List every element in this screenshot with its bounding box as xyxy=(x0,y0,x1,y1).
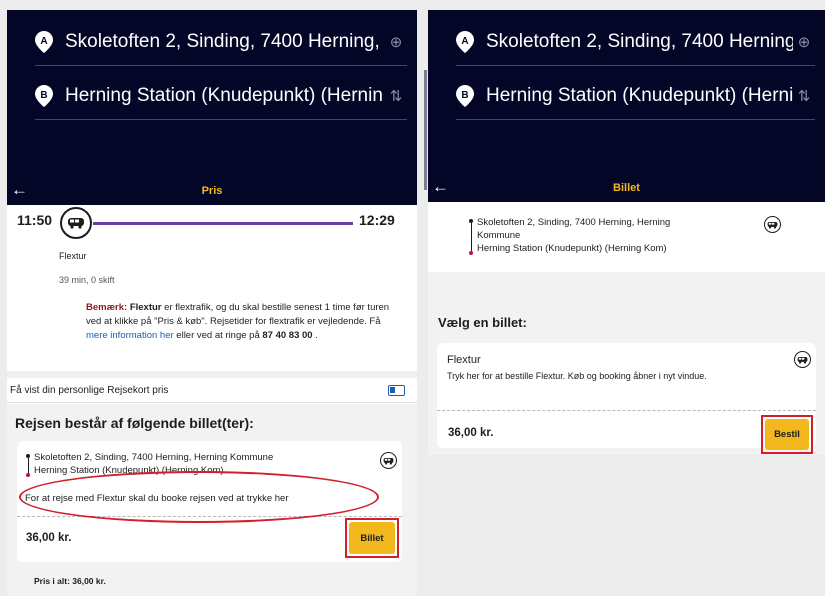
from-text: Skoletoften 2, Sinding, 7400 Herning, xyxy=(486,30,793,52)
ticket-card: Skoletoften 2, Sinding, 7400 Herning, He… xyxy=(17,441,402,562)
stop-from: Skoletoften 2, Sinding, 7400 Herning, He… xyxy=(34,452,274,463)
to-text: Herning Station (Knudepunkt) (Hernin xyxy=(486,84,793,106)
to-field[interactable]: B Herning Station (Knudepunkt) (Hernin ⇅ xyxy=(456,72,815,120)
pin-a-icon: A xyxy=(35,30,53,53)
divider xyxy=(7,371,417,378)
more-info-link[interactable]: mere information her xyxy=(86,330,174,341)
rejsekort-label: Få vist din personlige Rejsekort pris xyxy=(10,384,169,396)
page-title: Pris xyxy=(201,185,223,197)
route-line xyxy=(93,222,353,225)
flextur-ticket-card[interactable]: Flextur Tryk her for at bestille Flextur… xyxy=(437,343,816,454)
stops-connector xyxy=(26,454,30,480)
locate-icon[interactable]: ⊕ xyxy=(793,33,815,51)
back-arrow-icon[interactable]: ← xyxy=(432,177,449,197)
title-bar: ← Pris xyxy=(7,177,417,205)
stop-from-line1: Skoletoften 2, Sinding, 7400 Herning, He… xyxy=(477,217,671,228)
booking-note[interactable]: For at rejse med Flextur skal du booke r… xyxy=(25,493,288,504)
to-text: Herning Station (Knudepunkt) (Hernin xyxy=(65,84,383,106)
from-text: Skoletoften 2, Sinding, 7400 Herning, xyxy=(65,30,380,52)
billet-button-highlight: Billet xyxy=(345,518,399,558)
flextur-note: Bemærk: Flextur er flextrafik, og du ska… xyxy=(86,302,390,341)
pin-b-icon: B xyxy=(456,84,474,107)
bus-icon xyxy=(380,452,397,469)
trip-duration: 39 min, 0 skift xyxy=(59,275,115,285)
scrollbar[interactable] xyxy=(424,70,427,190)
tickets-heading: Rejsen består af følgende billet(ter): xyxy=(15,415,254,431)
stop-to: Herning Station (Knudepunkt) (Herning Ko… xyxy=(477,243,667,254)
card-divider xyxy=(437,410,816,411)
search-header: A Skoletoften 2, Sinding, 7400 Herning, … xyxy=(428,10,825,202)
stops-connector xyxy=(469,219,473,257)
svg-text:B: B xyxy=(40,90,47,101)
note-label: Bemærk: xyxy=(86,302,128,313)
swap-icon[interactable]: ⇅ xyxy=(385,87,407,105)
ticket-description: Tryk her for at bestille Flextur. Køb og… xyxy=(447,371,707,381)
from-field[interactable]: A Skoletoften 2, Sinding, 7400 Herning, … xyxy=(35,18,407,66)
ticket-name: Flextur xyxy=(447,354,481,366)
rejsekort-toggle[interactable] xyxy=(388,385,405,396)
right-panel: A Skoletoften 2, Sinding, 7400 Herning, … xyxy=(428,10,825,455)
to-field[interactable]: B Herning Station (Knudepunkt) (Hernin ⇅ xyxy=(35,72,407,120)
svg-text:A: A xyxy=(461,36,468,47)
phone-number: 87 40 83 00 xyxy=(262,330,313,341)
locate-icon[interactable]: ⊕ xyxy=(385,33,407,51)
end-time: 12:29 xyxy=(359,212,395,228)
stops-list: Skoletoften 2, Sinding, 7400 Herning, He… xyxy=(469,216,670,255)
bus-icon xyxy=(60,207,92,239)
from-field[interactable]: A Skoletoften 2, Sinding, 7400 Herning, … xyxy=(456,18,815,66)
trip-summary: 11:50 12:29 xyxy=(17,207,397,248)
swap-icon[interactable]: ⇅ xyxy=(793,87,815,105)
stop-from-line2: Kommune xyxy=(477,230,521,241)
card-divider xyxy=(17,516,402,517)
ticket-price: 36,00 kr. xyxy=(448,427,494,439)
bus-icon xyxy=(794,351,811,368)
start-time: 11:50 xyxy=(17,212,53,228)
pin-a-icon: A xyxy=(456,30,474,53)
rejsekort-row: Få vist din personlige Rejsekort pris xyxy=(7,378,417,403)
ticket-price: 36,00 kr. xyxy=(26,532,72,544)
title-bar: ← Billet xyxy=(428,174,825,202)
total-price: Pris i alt: 36,00 kr. xyxy=(34,576,106,586)
stop-to: Herning Station (Knudepunkt) (Herning Ko… xyxy=(34,465,224,476)
svg-text:B: B xyxy=(461,90,468,101)
choose-ticket-heading: Vælg en billet: xyxy=(438,315,527,330)
bus-icon xyxy=(764,216,781,233)
back-arrow-icon[interactable]: ← xyxy=(11,180,28,200)
svg-text:A: A xyxy=(40,36,47,47)
bestil-button[interactable]: Bestil xyxy=(765,419,809,450)
page-title: Billet xyxy=(613,182,640,194)
search-header: A Skoletoften 2, Sinding, 7400 Herning, … xyxy=(7,10,417,205)
divider xyxy=(428,272,825,292)
billet-button[interactable]: Billet xyxy=(349,522,395,554)
left-panel: A Skoletoften 2, Sinding, 7400 Herning, … xyxy=(7,10,417,596)
note-brand: Flextur xyxy=(129,302,162,313)
line-name: Flextur xyxy=(59,251,87,261)
bestil-button-highlight: Bestil xyxy=(761,415,813,454)
pin-b-icon: B xyxy=(35,84,53,107)
stops-list: Skoletoften 2, Sinding, 7400 Herning, He… xyxy=(26,451,273,477)
